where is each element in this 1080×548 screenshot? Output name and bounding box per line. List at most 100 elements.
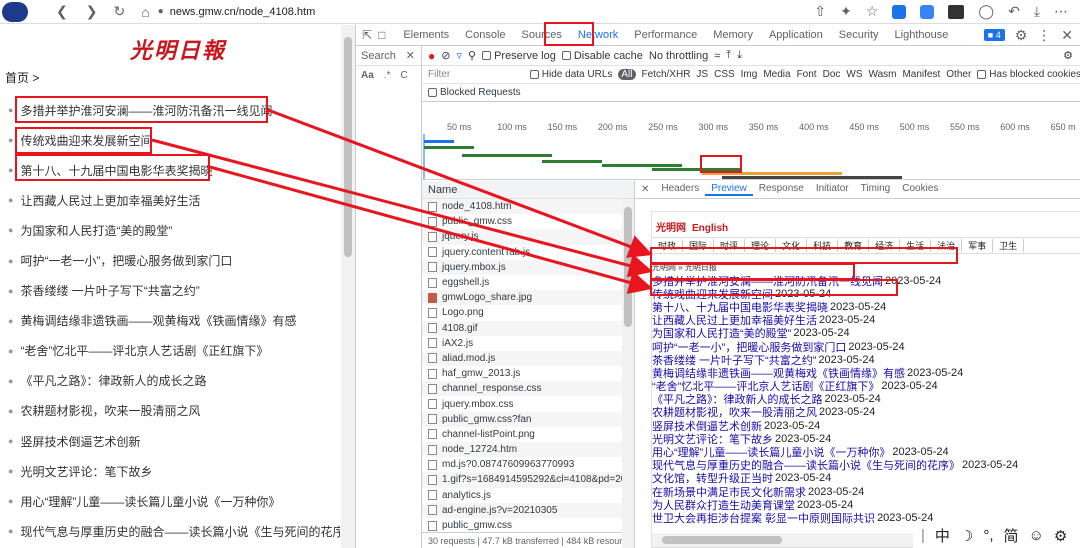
blocked-cookies-checkbox[interactable]: Has blocked cookies (977, 69, 1080, 80)
request-row[interactable]: md.js?0.08747609963770993 (422, 457, 634, 472)
detail-tab-headers[interactable]: Headers (655, 183, 705, 196)
download-icon[interactable]: ⤓ (1034, 3, 1040, 20)
profile-avatar[interactable] (2, 1, 28, 22)
type-filter-css[interactable]: CSS (714, 69, 735, 80)
request-row[interactable]: Logo.png (422, 305, 634, 320)
overview-timeline[interactable]: 50 ms 100 ms 150 ms 200 ms 250 ms 300 ms 350 m… (422, 120, 1080, 180)
request-row[interactable]: aliad.mod.js (422, 350, 634, 367)
tab-sources[interactable]: Sources (514, 29, 570, 41)
request-row[interactable]: channel-listPoint.png (422, 427, 634, 442)
list-item-label[interactable]: 为国家和人民打造“美的殿堂” (20, 222, 172, 239)
more-options-icon[interactable]: ⋮ (1037, 27, 1051, 44)
detail-tab-initiator[interactable]: Initiator (810, 183, 855, 196)
menu-icon[interactable]: ⋯ (1054, 3, 1068, 20)
search-close-icon[interactable]: ✕ (406, 49, 415, 62)
list-item-label[interactable]: 竖屏技术倒逼艺术创新 (20, 433, 140, 450)
list-item-label[interactable]: 农耕题材影视，吹来一股清丽之风 (20, 402, 200, 419)
extension-icon[interactable]: ✦ (840, 3, 852, 20)
type-filter-all[interactable]: All (618, 69, 636, 80)
list-item-label[interactable]: 茶香缕缕 一片叶子写下“共富之约” (20, 282, 199, 299)
list-item-label[interactable]: 第十八、十九届中国电影华表奖揭晓 (20, 162, 212, 179)
request-row[interactable]: 4108.gif (422, 320, 634, 336)
preserve-log-checkbox[interactable]: Preserve log (482, 50, 556, 62)
ime-punct[interactable]: °, (983, 527, 993, 544)
export-icon[interactable]: ⤓ (737, 49, 742, 62)
request-row[interactable]: gmwLogo_share.jpg (422, 290, 634, 306)
clear-icon[interactable]: ⊘ (441, 49, 450, 62)
request-row[interactable]: analytics.js (422, 488, 634, 503)
device-toggle-icon[interactable]: □ (378, 28, 385, 42)
list-item-label[interactable]: “老舍”忆北平——评北京人艺话剧《正红旗下》 (20, 342, 268, 359)
page-scrollbar[interactable] (341, 25, 355, 548)
preview-nav-item[interactable]: 军事 (962, 239, 994, 252)
share-icon[interactable]: ⇧ (814, 3, 826, 20)
preview-nav-item[interactable]: 时评 (714, 239, 746, 252)
type-filter-font[interactable]: Font (797, 69, 817, 80)
list-item[interactable]: ● 农耕题材影视，吹来一股清丽之风 (0, 396, 340, 426)
detail-close-icon[interactable]: ✕ (635, 184, 655, 195)
request-list-scrollbar[interactable] (622, 199, 634, 548)
list-item[interactable]: ● 现代气息与厚重历史的融合——读长篇小说《生与死间的花序》 (0, 516, 340, 546)
type-filter-doc[interactable]: Doc (823, 69, 841, 80)
list-item-label[interactable]: 让西藏人民过上更加幸福美好生活 (20, 192, 200, 209)
undo-icon[interactable]: ↶ (1008, 3, 1020, 20)
request-row[interactable]: public_gmw.css (422, 214, 634, 229)
preview-nav-item[interactable]: 时政 (652, 239, 684, 252)
match-case-toggle[interactable]: Aa (361, 70, 374, 81)
list-item[interactable]: ● 多措并举护淮河安澜——淮河防汛备汛一线见闻 (0, 95, 340, 125)
blocked-requests-checkbox[interactable]: Blocked Requests (428, 87, 521, 98)
list-item[interactable]: ● 让西藏人民过上更加幸福美好生活 (0, 185, 340, 215)
request-row[interactable]: public_gmw.css?fan (422, 411, 634, 427)
type-filter-ws[interactable]: WS (846, 69, 862, 80)
request-row[interactable]: jquery.contentTab.js (422, 245, 634, 260)
type-filter-img[interactable]: Img (741, 69, 758, 80)
request-row[interactable]: node_12724.htm (422, 442, 634, 458)
tab-security[interactable]: Security (831, 29, 887, 41)
list-item[interactable]: ● 《平凡之路》：律政新人的成长之路 (0, 366, 340, 396)
list-item-label[interactable]: 呵护“一老一小”，把暖心服务做到家门口 (20, 252, 232, 269)
list-item[interactable]: ● 竖屏技术倒逼艺术创新 (0, 426, 340, 456)
site-logo[interactable]: 光明日報 (130, 33, 226, 65)
type-filter-media[interactable]: Media (763, 69, 790, 80)
refresh-search-icon[interactable]: C (400, 70, 407, 81)
name-column-header[interactable]: Name (422, 181, 634, 199)
list-item-label[interactable]: 传统戏曲迎来发展新空间 (20, 132, 152, 149)
detail-tab-timing[interactable]: Timing (855, 183, 897, 196)
import-icon[interactable]: ⤒ (726, 49, 731, 62)
ime-script[interactable]: 简 (1004, 525, 1019, 546)
wifi-icon[interactable]: ≈ (714, 50, 720, 62)
preview-nav-item[interactable]: 法治 (931, 239, 963, 252)
tab-performance[interactable]: Performance (626, 29, 705, 41)
address-bar[interactable]: ● news.gmw.cn/node_4108.htm (158, 6, 316, 18)
list-item[interactable]: ● 传统戏曲迎来发展新空间 (0, 125, 340, 155)
reload-icon[interactable]: ↻ (113, 3, 125, 20)
list-item-label[interactable]: 《平凡之路》：律政新人的成长之路 (20, 372, 206, 389)
network-settings-icon[interactable]: ⚙ (1063, 49, 1073, 62)
list-item-label[interactable]: 黄梅调结缘非遗铁画——观黄梅戏《铁画情缘》有感 (20, 312, 296, 329)
preview-nav-item[interactable]: 科技 (807, 239, 839, 252)
extension-dark-icon[interactable] (948, 4, 965, 19)
filter-icon[interactable]: ▿ (456, 49, 462, 62)
translate-icon[interactable] (920, 4, 935, 19)
detail-tab-response[interactable]: Response (753, 183, 810, 196)
type-filter-other[interactable]: Other (946, 69, 971, 80)
tab-lighthouse[interactable]: Lighthouse (887, 29, 957, 41)
detail-tab-cookies[interactable]: Cookies (896, 183, 944, 196)
list-item-label[interactable]: 光明文艺评论：笔下故乡 (20, 463, 152, 480)
list-item-label[interactable]: 现代气息与厚重历史的融合——读长篇小说《生与死间的花序》 (20, 523, 340, 540)
tab-network[interactable]: Network (570, 29, 626, 41)
list-item[interactable]: ● 光明文艺评论：笔下故乡 (0, 456, 340, 486)
tab-console[interactable]: Console (457, 29, 513, 41)
type-filter-manifest[interactable]: Manifest (902, 69, 940, 80)
request-row[interactable]: node_4108.htm (422, 199, 634, 215)
tab-application[interactable]: Application (761, 29, 831, 41)
list-item[interactable]: ● “老舍”忆北平——评北京人艺话剧《正红旗下》 (0, 336, 340, 366)
type-filter-js[interactable]: JS (696, 69, 708, 80)
type-filter-wasm[interactable]: Wasm (869, 69, 897, 80)
list-item-label[interactable]: 多措并举护淮河安澜——淮河防汛备汛一线见闻 (20, 102, 272, 119)
list-item[interactable]: ● 为国家和人民打造“美的殿堂” (0, 215, 340, 245)
inspect-icon[interactable]: ⇱ (362, 28, 372, 42)
preview-nav-item[interactable]: 经济 (869, 239, 901, 252)
list-item[interactable]: ● 呵护“一老一小”，把暖心服务做到家门口 (0, 245, 340, 275)
preview-nav-item[interactable]: 理论 (745, 239, 777, 252)
